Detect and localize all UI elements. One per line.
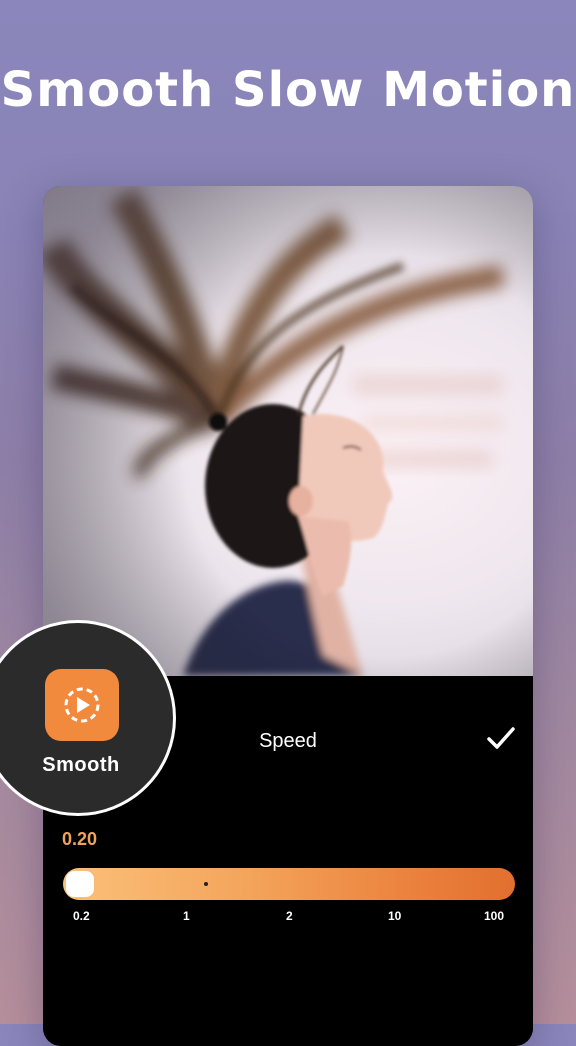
panel-title: Speed bbox=[259, 730, 317, 752]
badge-label: Smooth bbox=[42, 754, 120, 776]
checkmark-icon[interactable] bbox=[483, 720, 519, 756]
phone-screen: Speed 0.20 0.2 1 2 10 100 bbox=[43, 186, 533, 1046]
preview-image bbox=[43, 186, 533, 676]
headline: Smooth Slow Motion bbox=[0, 62, 576, 118]
tick-label: 100 bbox=[484, 909, 505, 923]
tick-label: 2 bbox=[286, 909, 293, 923]
slider-thumb[interactable] bbox=[66, 871, 94, 897]
speed-slider[interactable] bbox=[63, 868, 515, 900]
smooth-play-icon bbox=[45, 669, 119, 741]
tick-label: 0.2 bbox=[73, 909, 90, 923]
video-preview[interactable] bbox=[43, 186, 533, 676]
speed-value: 0.20 bbox=[62, 829, 98, 849]
slider-default-marker bbox=[204, 882, 208, 886]
tick-label: 10 bbox=[388, 909, 402, 923]
slider-tick-labels: 0.2 1 2 10 100 bbox=[43, 909, 533, 929]
tick-label: 1 bbox=[183, 909, 190, 923]
